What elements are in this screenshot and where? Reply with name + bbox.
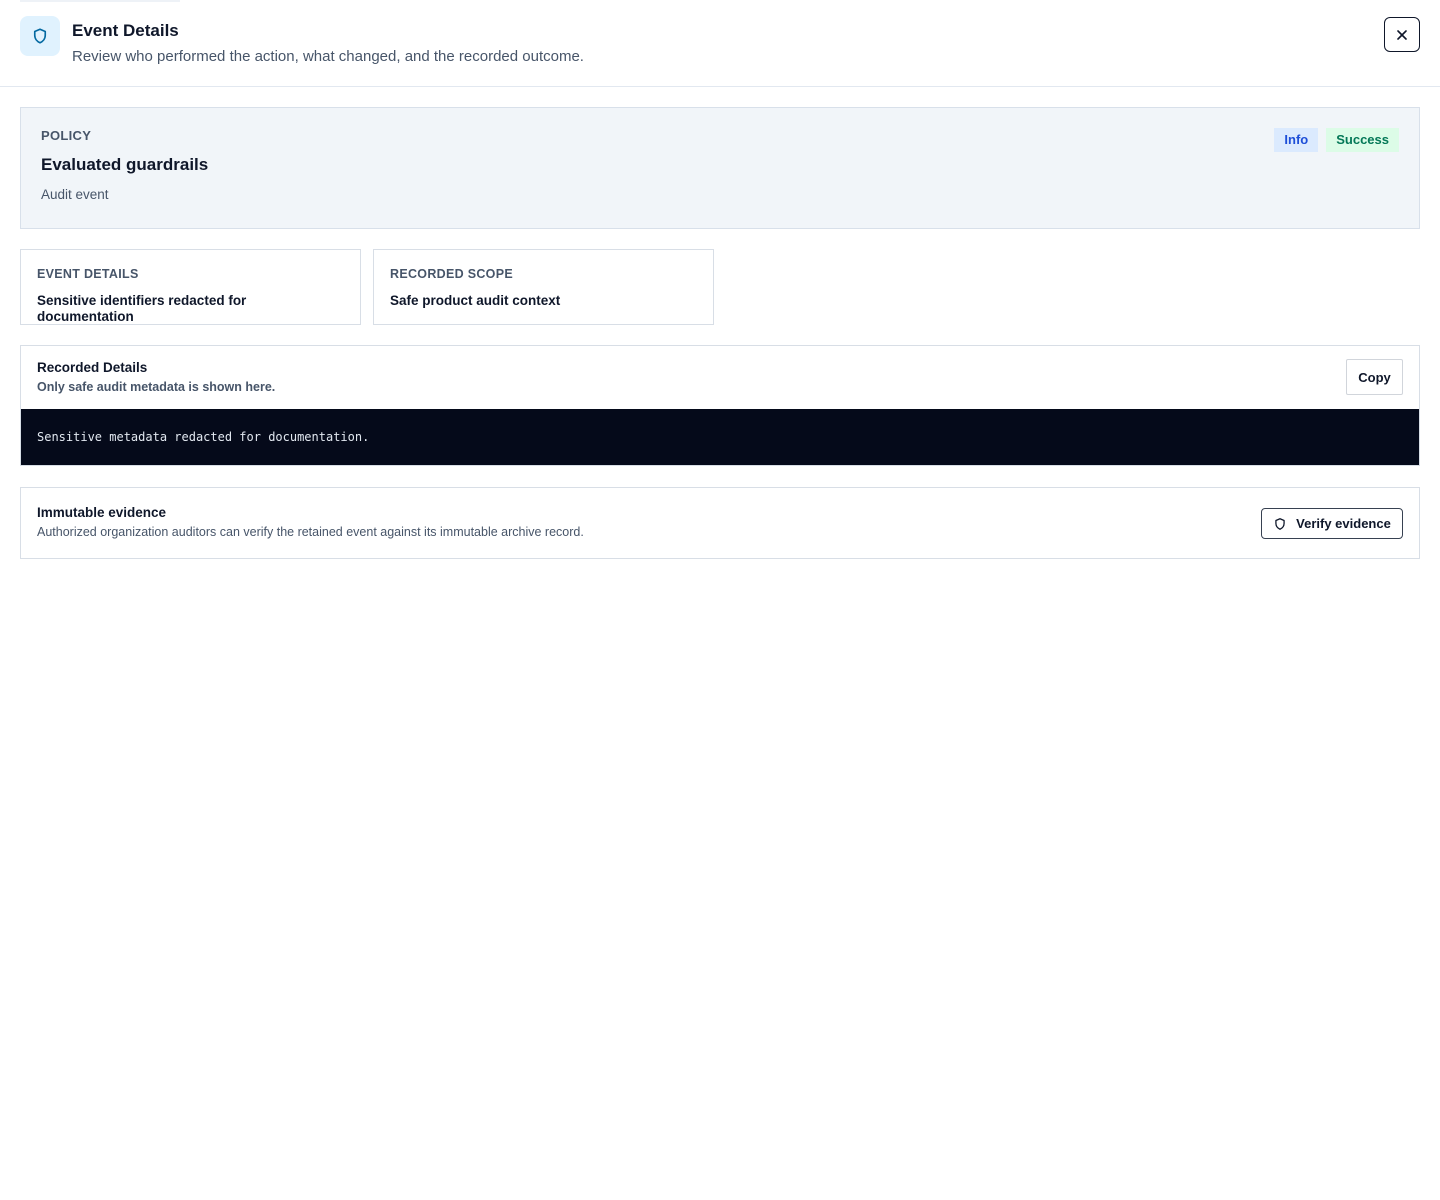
event-summary: POLICY Evaluated guardrails Audit event … (20, 107, 1420, 229)
card-label: RECORDED SCOPE (390, 267, 513, 281)
dialog-header: Event Details Review who performed the a… (0, 0, 1440, 87)
shield-icon (1275, 517, 1285, 530)
close-button[interactable] (1384, 17, 1420, 52)
shield-icon (20, 16, 60, 56)
detail-cards: EVENT DETAILS Sensitive identifiers reda… (20, 249, 1420, 325)
card-label: EVENT DETAILS (37, 267, 139, 281)
dialog-body: POLICY Evaluated guardrails Audit event … (0, 87, 1440, 559)
evidence-description: Authorized organization auditors can ver… (37, 525, 584, 539)
recorded-details-title: Recorded Details (37, 360, 148, 375)
dialog-subtitle: Review who performed the action, what ch… (72, 48, 584, 65)
verify-evidence-button[interactable]: Verify evidence (1261, 508, 1403, 539)
recorded-scope-card: RECORDED SCOPE Safe product audit contex… (373, 249, 714, 325)
header-text: Event Details Review who performed the a… (72, 16, 584, 66)
event-type: Audit event (41, 187, 109, 202)
status-badges: Info Success (1274, 128, 1399, 152)
severity-badge: Info (1274, 128, 1319, 152)
close-icon (1397, 29, 1407, 40)
recorded-details-panel: Recorded Details Only safe audit metadat… (20, 345, 1420, 466)
event-category: POLICY (41, 128, 92, 143)
event-details-card: EVENT DETAILS Sensitive identifiers reda… (20, 249, 361, 325)
dialog-title: Event Details (72, 21, 179, 40)
copy-button[interactable]: Copy (1346, 359, 1403, 395)
event-title: Evaluated guardrails (41, 155, 209, 174)
recorded-details-header: Recorded Details Only safe audit metadat… (21, 346, 1419, 409)
card-value: Safe product audit context (390, 293, 561, 308)
header-accent (20, 0, 180, 2)
card-value: Sensitive identifiers redacted for docum… (37, 293, 247, 324)
recorded-details-subtitle: Only safe audit metadata is shown here. (37, 380, 276, 394)
evidence-title: Immutable evidence (37, 505, 167, 520)
recorded-details-code: Sensitive metadata redacted for document… (21, 409, 1419, 465)
immutable-evidence-panel: Immutable evidence Authorized organizati… (20, 487, 1420, 559)
verify-evidence-label: Verify evidence (1296, 516, 1391, 531)
outcome-badge: Success (1326, 128, 1399, 152)
